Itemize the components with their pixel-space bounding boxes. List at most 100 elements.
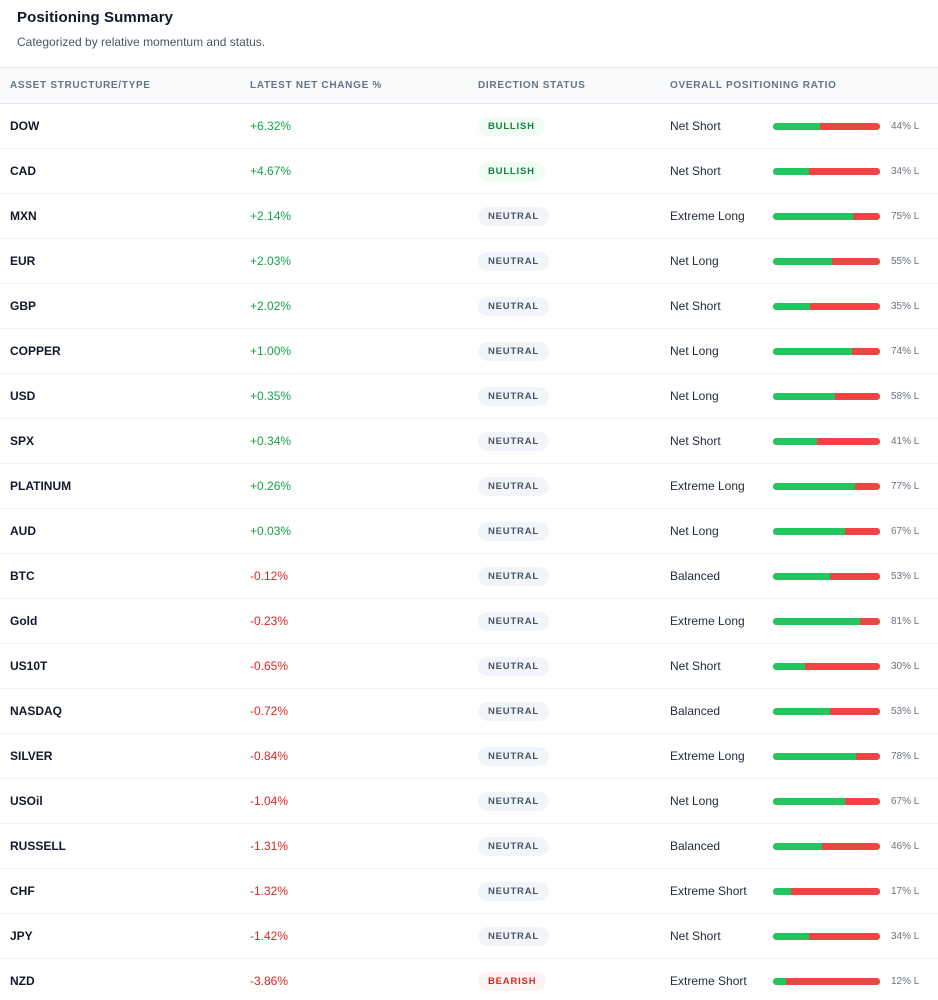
asset-name: BTC <box>10 569 35 583</box>
positioning-ratio-bar <box>773 662 880 670</box>
positioning-label: Extreme Short <box>670 974 747 988</box>
long-percent-label: 67% L <box>891 525 920 537</box>
ratio-bar-cell <box>773 824 880 868</box>
net-change-value: -1.42% <box>250 929 289 943</box>
long-percent-label: 34% L <box>891 165 920 177</box>
page-subtitle: Categorized by relative momentum and sta… <box>17 35 266 49</box>
column-header-ratio[interactable]: OVERALL POSITIONING RATIO <box>670 80 837 91</box>
positioning-label: Net Long <box>670 254 719 268</box>
table-row[interactable]: BTC -0.12% NEUTRAL Balanced 53% L <box>0 554 938 599</box>
asset-name: US10T <box>10 659 48 673</box>
long-percent-label: 12% L <box>891 975 920 987</box>
table-row[interactable]: PLATINUM +0.26% NEUTRAL Extreme Long 77% L <box>0 464 938 509</box>
positioning-label: Net Long <box>670 344 719 358</box>
positioning-label: Net Long <box>670 389 719 403</box>
short-segment <box>829 572 880 580</box>
net-change-value: +0.03% <box>250 524 292 538</box>
asset-name: RUSSELL <box>10 839 67 853</box>
positioning-ratio-bar <box>773 572 880 580</box>
net-change-value: +2.02% <box>250 299 292 313</box>
short-segment <box>856 752 880 760</box>
table-row[interactable]: SILVER -0.84% NEUTRAL Extreme Long 78% L <box>0 734 938 779</box>
short-segment <box>829 707 880 715</box>
table-row[interactable]: NZD -3.86% BEARISH Extreme Short 12% L <box>0 959 938 1000</box>
status-badge: NEUTRAL <box>478 431 549 451</box>
positioning-ratio-bar <box>773 527 880 535</box>
long-percent-label: 34% L <box>891 930 920 942</box>
asset-name: MXN <box>10 209 37 223</box>
table-row[interactable]: COPPER +1.00% NEUTRAL Net Long 74% L <box>0 329 938 374</box>
asset-name: NZD <box>10 974 35 988</box>
status-badge: NEUTRAL <box>478 296 549 316</box>
long-segment <box>773 392 836 400</box>
status-cell: NEUTRAL <box>478 374 549 418</box>
summary-header: Positioning Summary Categorized by relat… <box>0 0 938 67</box>
short-segment <box>855 482 880 490</box>
asset-name: AUD <box>10 524 36 538</box>
positioning-label: Extreme Long <box>670 479 745 493</box>
net-change-value: +4.67% <box>250 164 292 178</box>
table-row[interactable]: US10T -0.65% NEUTRAL Net Short 30% L <box>0 644 938 689</box>
positioning-label: Net Short <box>670 164 721 178</box>
table-row[interactable]: NASDAQ -0.72% NEUTRAL Balanced 53% L <box>0 689 938 734</box>
table-row[interactable]: SPX +0.34% NEUTRAL Net Short 41% L <box>0 419 938 464</box>
column-header-change[interactable]: LATEST NET CHANGE % <box>250 80 382 91</box>
positioning-table-body: DOW +6.32% BULLISH Net Short 44% L CAD +4.67% B… <box>0 104 938 1000</box>
net-change-value: -1.32% <box>250 884 289 898</box>
net-change-value: -0.72% <box>250 704 289 718</box>
positioning-ratio-bar <box>773 482 880 490</box>
long-segment <box>773 167 810 175</box>
net-change-value: -1.31% <box>250 839 289 853</box>
status-cell: NEUTRAL <box>478 734 549 778</box>
table-row[interactable]: AUD +0.03% NEUTRAL Net Long 67% L <box>0 509 938 554</box>
status-cell: NEUTRAL <box>478 554 549 598</box>
status-badge: NEUTRAL <box>478 881 549 901</box>
positioning-ratio-bar <box>773 212 880 220</box>
status-cell: NEUTRAL <box>478 599 549 643</box>
ratio-bar-cell <box>773 104 880 148</box>
short-segment <box>816 437 880 445</box>
positioning-label: Extreme Short <box>670 884 747 898</box>
table-row[interactable]: CAD +4.67% BULLISH Net Short 34% L <box>0 149 938 194</box>
long-segment <box>773 932 810 940</box>
asset-name: PLATINUM <box>10 479 72 493</box>
long-percent-label: 77% L <box>891 480 920 492</box>
table-row[interactable]: CHF -1.32% NEUTRAL Extreme Short 17% L <box>0 869 938 914</box>
status-badge: NEUTRAL <box>478 656 549 676</box>
long-segment <box>773 302 811 310</box>
asset-name: CAD <box>10 164 36 178</box>
table-row[interactable]: Gold -0.23% NEUTRAL Extreme Long 81% L <box>0 599 938 644</box>
ratio-bar-cell <box>773 509 880 553</box>
table-row[interactable]: RUSSELL -1.31% NEUTRAL Balanced 46% L <box>0 824 938 869</box>
asset-name: SILVER <box>10 749 53 763</box>
table-row[interactable]: GBP +2.02% NEUTRAL Net Short 35% L <box>0 284 938 329</box>
short-segment <box>852 347 880 355</box>
status-badge: NEUTRAL <box>478 611 549 631</box>
ratio-bar-cell <box>773 329 880 373</box>
table-row[interactable]: JPY -1.42% NEUTRAL Net Short 34% L <box>0 914 938 959</box>
asset-name: USD <box>10 389 36 403</box>
status-cell: NEUTRAL <box>478 509 549 553</box>
positioning-label: Net Long <box>670 524 719 538</box>
net-change-value: +2.03% <box>250 254 292 268</box>
asset-name: USOil <box>10 794 43 808</box>
column-header-status[interactable]: DIRECTION STATUS <box>478 80 586 91</box>
status-cell: NEUTRAL <box>478 824 549 868</box>
table-row[interactable]: DOW +6.32% BULLISH Net Short 44% L <box>0 104 938 149</box>
positioning-label: Net Short <box>670 434 721 448</box>
long-percent-label: 17% L <box>891 885 920 897</box>
long-segment <box>773 662 806 670</box>
positioning-label: Net Short <box>670 659 721 673</box>
table-row[interactable]: EUR +2.03% NEUTRAL Net Long 55% L <box>0 239 938 284</box>
ratio-bar-cell <box>773 419 880 463</box>
status-badge: NEUTRAL <box>478 746 549 766</box>
long-percent-label: 53% L <box>891 570 920 582</box>
column-header-asset[interactable]: ASSET STRUCTURE/TYPE <box>10 80 151 91</box>
positioning-ratio-bar <box>773 977 880 985</box>
positioning-ratio-bar <box>773 707 880 715</box>
table-row[interactable]: USD +0.35% NEUTRAL Net Long 58% L <box>0 374 938 419</box>
table-row[interactable]: USOil -1.04% NEUTRAL Net Long 67% L <box>0 779 938 824</box>
ratio-bar-cell <box>773 599 880 643</box>
status-cell: NEUTRAL <box>478 194 549 238</box>
table-row[interactable]: MXN +2.14% NEUTRAL Extreme Long 75% L <box>0 194 938 239</box>
